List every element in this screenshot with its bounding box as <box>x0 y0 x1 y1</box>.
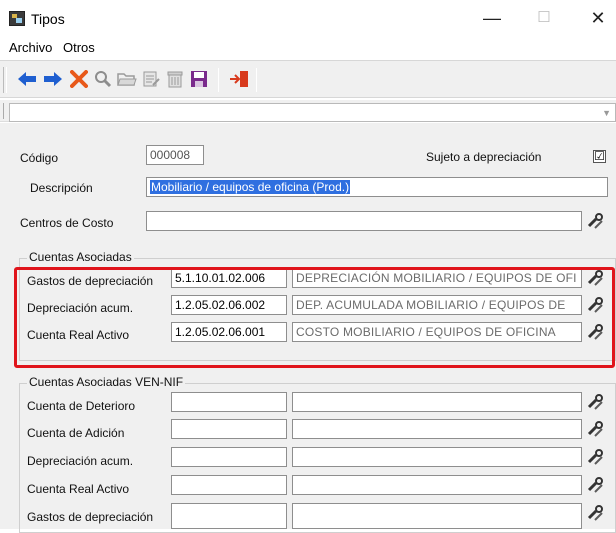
cuenta-adicion-code-field[interactable] <box>171 419 287 439</box>
menu-bar: Archivo Otros <box>0 36 616 58</box>
cuenta-adicion-label: Cuenta de Adición <box>27 426 125 440</box>
ven-nif-depreciacion-acum-code-field[interactable] <box>171 447 287 467</box>
cuentas-asociadas-title: Cuentas Asociadas <box>27 250 134 264</box>
lookup-icon <box>587 394 603 410</box>
descripcion-field[interactable]: Mobiliario / equipos de oficina (Prod.) <box>146 177 608 197</box>
cuenta-deterioro-code-field[interactable] <box>171 392 287 412</box>
ven-nif-cuenta-real-activo-code-field[interactable] <box>171 475 287 495</box>
exit-button[interactable] <box>228 68 250 90</box>
edit-button[interactable] <box>140 68 162 90</box>
window-title: Tipos <box>31 11 65 27</box>
ven-nif-cuenta-real-activo-desc-field[interactable] <box>292 475 582 495</box>
ven-nif-depreciacion-acum-desc-field[interactable] <box>292 447 582 467</box>
ven-nif-gastos-depreciacion-desc-field[interactable] <box>292 503 582 529</box>
save-button[interactable] <box>188 68 210 90</box>
toolbar-separator-end <box>256 68 257 92</box>
filter-combo-row: ▼ <box>0 100 616 122</box>
ven-nif-cuenta-real-activo-label: Cuenta Real Activo <box>27 482 130 496</box>
cuentas-ven-nif-title: Cuentas Asociadas VEN-NIF <box>27 375 186 389</box>
cuenta-deterioro-label: Cuenta de Deterioro <box>27 399 136 413</box>
centros-costo-field[interactable] <box>146 211 582 231</box>
menu-archivo[interactable]: Archivo <box>9 40 52 55</box>
cuenta-deterioro-lookup-button[interactable] <box>586 392 606 412</box>
forward-arrow-icon <box>44 72 62 86</box>
trash-icon <box>167 71 183 88</box>
cuenta-adicion-lookup-button[interactable] <box>586 419 606 439</box>
open-folder-icon <box>117 73 137 86</box>
ven-nif-gastos-depreciacion-lookup-button[interactable] <box>586 503 606 523</box>
menu-otros[interactable]: Otros <box>63 40 95 55</box>
title-bar: Tipos — ☐ ✕ <box>0 0 616 36</box>
centros-costo-label: Centros de Costo <box>20 216 114 230</box>
edit-document-icon <box>143 71 160 87</box>
descripcion-label: Descripción <box>30 181 93 195</box>
ven-nif-gastos-depreciacion-code-field[interactable] <box>171 503 287 529</box>
sujeto-depreciacion-checkbox[interactable]: ☑ <box>593 150 606 163</box>
highlight-annotation-box <box>14 267 615 368</box>
search-icon <box>95 71 112 88</box>
codigo-label: Código <box>20 151 59 165</box>
lookup-icon <box>587 421 603 437</box>
lookup-icon <box>587 449 603 465</box>
sujeto-depreciacion-label: Sujeto a depreciación <box>426 150 542 164</box>
maximize-button[interactable]: ☐ <box>529 6 559 30</box>
toolbar <box>0 60 616 98</box>
codigo-field[interactable]: 000008 <box>146 145 204 165</box>
ven-nif-depreciacion-acum-label: Depreciación acum. <box>27 454 134 468</box>
app-icon <box>9 11 25 26</box>
forward-button[interactable] <box>42 68 64 90</box>
lookup-icon <box>587 477 603 493</box>
cancel-x-icon <box>70 70 88 88</box>
filter-combo[interactable]: ▼ <box>9 103 616 122</box>
cuenta-adicion-desc-field[interactable] <box>292 419 582 439</box>
ven-nif-gastos-depreciacion-label: Gastos de depreciación <box>27 510 154 524</box>
toolbar-grip[interactable] <box>3 67 7 93</box>
cancel-button[interactable] <box>68 68 90 90</box>
lookup-icon <box>587 213 603 229</box>
cuenta-deterioro-desc-field[interactable] <box>292 392 582 412</box>
centros-costo-lookup-button[interactable] <box>586 211 606 231</box>
back-arrow-icon <box>18 72 36 86</box>
exit-door-icon <box>230 71 248 87</box>
back-button[interactable] <box>16 68 38 90</box>
delete-button[interactable] <box>164 68 186 90</box>
ven-nif-depreciacion-acum-lookup-button[interactable] <box>586 447 606 467</box>
minimize-button[interactable]: — <box>477 6 507 30</box>
search-button[interactable] <box>92 68 114 90</box>
descripcion-value: Mobiliario / equipos de oficina (Prod.) <box>150 180 351 194</box>
save-disk-icon <box>191 71 207 87</box>
chevron-down-icon[interactable]: ▼ <box>602 108 611 118</box>
open-button[interactable] <box>116 68 138 90</box>
combo-grip <box>3 103 6 119</box>
lookup-icon <box>587 505 603 521</box>
toolbar-separator <box>218 68 219 92</box>
close-button[interactable]: ✕ <box>583 6 613 30</box>
ven-nif-cuenta-real-activo-lookup-button[interactable] <box>586 475 606 495</box>
